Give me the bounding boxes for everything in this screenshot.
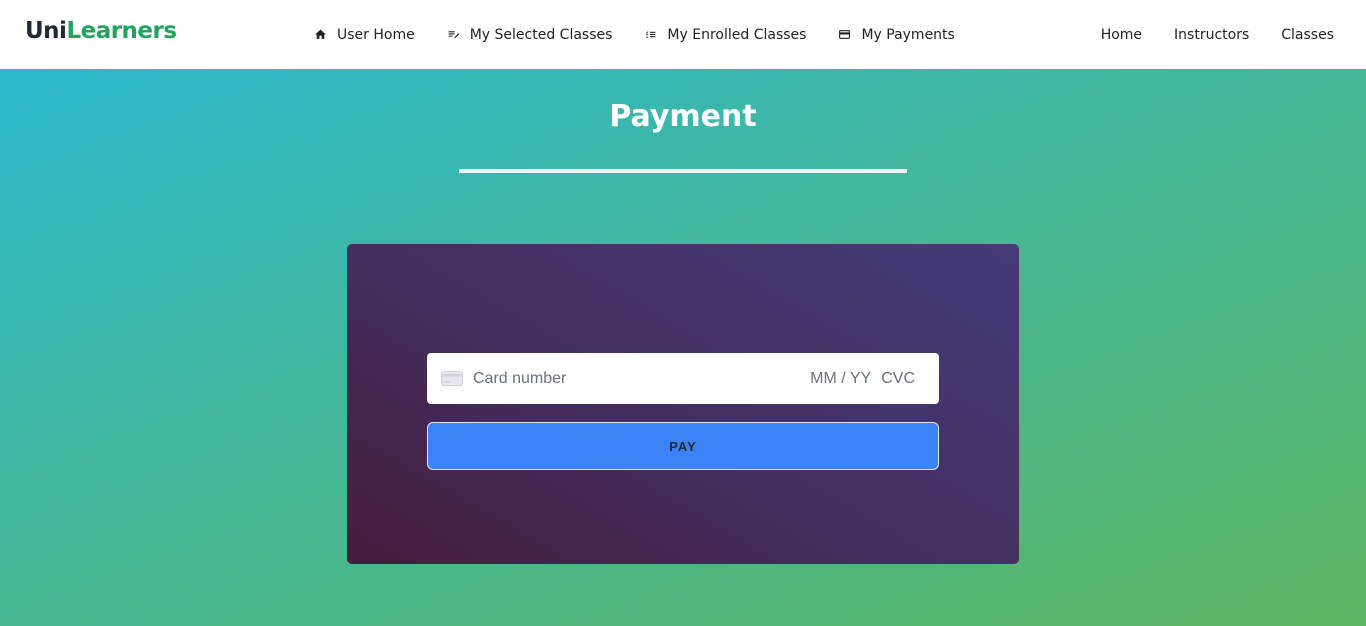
main-nav: Home Instructors Classes xyxy=(1069,0,1334,69)
top-navbar: UniLearners User Home My Selected Classe… xyxy=(0,0,1366,69)
brand-logo-suffix: Learners xyxy=(66,18,177,44)
nav-my-selected-classes-label: My Selected Classes xyxy=(469,26,613,43)
nav-user-home-label: User Home xyxy=(337,26,415,43)
dashboard-nav: User Home My Selected Classes My Enrolle… xyxy=(314,0,987,69)
nav-my-payments-label: My Payments xyxy=(861,26,955,43)
payment-section: Payment Card number MM / YY CVC PAY xyxy=(0,69,1366,626)
credit-card-icon xyxy=(838,28,851,41)
card-expiry-placeholder[interactable]: MM / YY xyxy=(810,370,871,388)
playlist-edit-icon xyxy=(447,28,460,41)
payment-card-panel: Card number MM / YY CVC PAY xyxy=(347,244,1019,564)
nav-my-payments[interactable]: My Payments xyxy=(838,0,955,69)
credit-card-icon xyxy=(441,371,463,386)
checklist-icon xyxy=(644,28,657,41)
card-number-placeholder[interactable]: Card number xyxy=(473,370,810,388)
page-title: Payment xyxy=(609,99,757,134)
home-icon xyxy=(314,28,327,41)
nav-my-enrolled-classes-label: My Enrolled Classes xyxy=(667,26,807,43)
nav-classes[interactable]: Classes xyxy=(1281,27,1334,43)
brand-logo-prefix: Uni xyxy=(25,18,67,44)
nav-home[interactable]: Home xyxy=(1101,27,1142,43)
nav-instructors[interactable]: Instructors xyxy=(1174,27,1249,43)
nav-my-selected-classes[interactable]: My Selected Classes xyxy=(447,0,613,69)
nav-user-home[interactable]: User Home xyxy=(314,0,415,69)
brand-logo[interactable]: UniLearners xyxy=(25,18,177,44)
nav-my-enrolled-classes[interactable]: My Enrolled Classes xyxy=(644,0,806,69)
title-divider xyxy=(459,169,907,173)
card-element-field[interactable]: Card number MM / YY CVC xyxy=(427,353,939,404)
card-cvc-placeholder[interactable]: CVC xyxy=(881,370,915,388)
pay-button[interactable]: PAY xyxy=(427,422,939,470)
